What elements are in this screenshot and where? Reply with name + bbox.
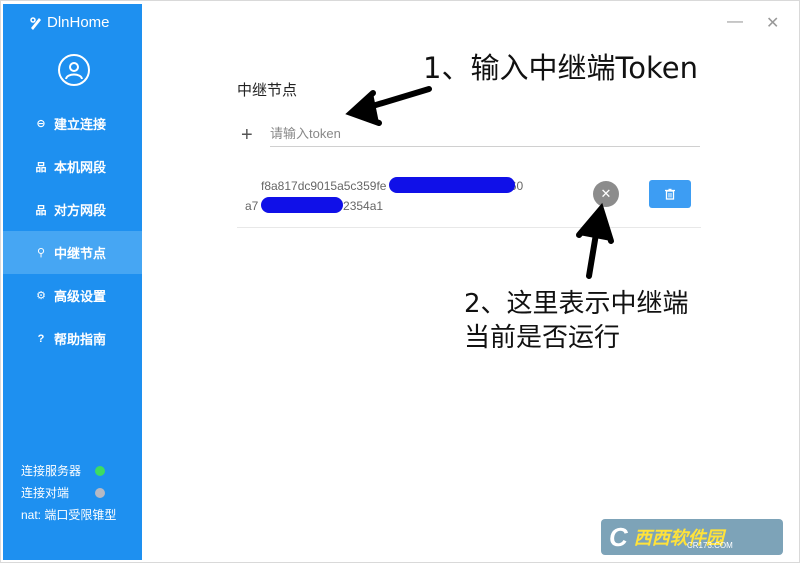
sidebar-item-label: 本机网段 [54,160,107,175]
sidebar-item-label: 中继节点 [54,246,107,261]
nat-status-label: nat: 端口受限锥型 [21,508,117,522]
watermark-sub: CR173.COM [687,541,733,550]
delete-button[interactable] [649,180,691,208]
add-icon[interactable]: + [241,124,259,147]
sidebar-item-5[interactable]: ? 帮助指南 [3,317,142,360]
link-icon: ⊖ [36,118,46,130]
page-title: 中继节点 [237,82,298,99]
sidebar-nav: ⊖ 建立连接品本机网段品对方网段 ⚲ 中继节点 ⚙ 高级设置? 帮助指南 [3,102,142,360]
trash-icon [665,188,675,200]
network-icon: 品 [35,161,47,174]
relay-node-row: f8a817dc9015a5c359fe1060 a772354a1 ✕ [237,168,701,228]
annotation-step1: 1、输入中继端Token [423,51,698,85]
token-add-row: + [241,121,701,149]
app-window: DlnHome ⊖ 建立连接品本机网段品对方网段 ⚲ 中继节点 ⚙ 高级设置? 帮助指南 连… [0,0,800,563]
sidebar: DlnHome ⊖ 建立连接品本机网段品对方网段 ⚲ 中继节点 ⚙ 高级设置? 帮助指南 连… [3,4,142,560]
logo-icon [30,16,41,30]
redaction-mark [389,177,515,193]
help-icon: ? [37,332,45,345]
relay-status-button[interactable]: ✕ [593,181,619,207]
token-input[interactable] [270,121,700,147]
peer-status: 连接对端 [21,482,116,504]
network-icon: 品 [35,204,47,217]
sidebar-item-4[interactable]: ⚙ 高级设置 [3,274,142,317]
relay-icon: ⚲ [36,247,46,259]
watermark: C 西西软件园 CR173.COM [601,519,783,555]
settings-icon: ⚙ [36,290,46,302]
sidebar-item-label: 建立连接 [54,117,107,132]
avatar[interactable] [58,54,90,86]
sidebar-item-3[interactable]: ⚲ 中继节点 [3,231,142,274]
peer-status-label: 连接对端 [21,486,70,500]
redaction-mark [261,197,343,213]
sidebar-item-1[interactable]: 品本机网段 [3,145,142,188]
brand: DlnHome [29,14,110,31]
peer-status-dot [95,488,106,498]
sidebar-item-label: 对方网段 [54,203,107,218]
nat-status: nat: 端口受限锥型 [21,504,116,526]
arrow-to-input [345,86,432,126]
server-status-label: 连接服务器 [21,464,82,478]
user-icon [65,62,83,80]
sidebar-item-label: 高级设置 [54,289,107,304]
brand-name: DlnHome [47,14,110,31]
connection-status: 连接服务器 连接对端 nat: 端口受限锥型 [21,460,116,526]
server-status-dot [95,466,106,476]
sidebar-item-0[interactable]: ⊖ 建立连接 [3,102,142,145]
sidebar-item-label: 帮助指南 [54,332,107,347]
watermark-logo: C [609,521,628,552]
minimize-button[interactable]: — [727,13,743,31]
sidebar-item-2[interactable]: 品对方网段 [3,188,142,231]
token-line2-end: 72354a1 [336,199,384,213]
token-line2-start: a7 [245,199,259,213]
annotation-step2: 2、这里表示中继端当前是否运行 [464,289,689,353]
token-line1-start: f8a817dc9015a5c359fe [261,179,387,193]
server-status: 连接服务器 [21,460,116,482]
close-button[interactable]: ✕ [766,13,779,33]
